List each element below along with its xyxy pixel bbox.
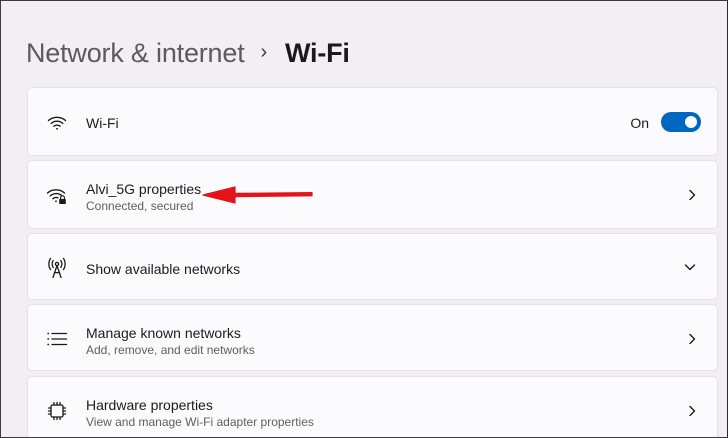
wifi-toggle-switch[interactable]	[661, 112, 701, 132]
wifi-secured-icon	[46, 185, 68, 207]
annotation-arrow-icon	[202, 186, 313, 204]
manage-known-networks-card[interactable]: Manage known networks Add, remove, and e…	[27, 304, 718, 371]
settings-window: Network & internet › Wi-Fi Wi-Fi On Alvi…	[0, 0, 728, 438]
chevron-down-icon	[683, 260, 697, 274]
chevron-right-icon	[685, 332, 699, 346]
antenna-icon	[46, 257, 68, 279]
wifi-icon	[46, 112, 68, 134]
show-available-networks-label: Show available networks	[86, 261, 241, 277]
toggle-knob	[685, 116, 697, 128]
wifi-toggle-card[interactable]: Wi-Fi On	[27, 87, 718, 156]
network-properties-title: Alvi_5G properties	[86, 181, 202, 197]
wifi-label: Wi-Fi	[86, 115, 119, 131]
hardware-properties-description: View and manage Wi-Fi adapter properties	[86, 415, 314, 429]
hardware-properties-card[interactable]: Hardware properties View and manage Wi-F…	[27, 376, 718, 437]
chevron-right-icon	[685, 404, 699, 418]
page-title: Wi-Fi	[284, 37, 350, 68]
breadcrumb-parent-network-internet[interactable]: Network & internet	[26, 38, 245, 69]
manage-known-networks-title: Manage known networks	[86, 325, 241, 341]
chevron-right-icon	[685, 188, 699, 202]
manage-known-networks-description: Add, remove, and edit networks	[86, 343, 255, 357]
list-icon	[46, 328, 68, 350]
hardware-properties-title: Hardware properties	[86, 397, 213, 413]
network-status: Connected, secured	[86, 199, 194, 213]
show-available-networks-card[interactable]: Show available networks	[27, 233, 718, 300]
breadcrumb: Network & internet › Wi-Fi	[26, 33, 350, 73]
chip-icon	[46, 400, 68, 422]
breadcrumb-separator: ›	[260, 40, 268, 63]
wifi-toggle-state-label: On	[630, 115, 649, 131]
network-properties-card[interactable]: Alvi_5G properties Connected, secured	[27, 160, 718, 229]
